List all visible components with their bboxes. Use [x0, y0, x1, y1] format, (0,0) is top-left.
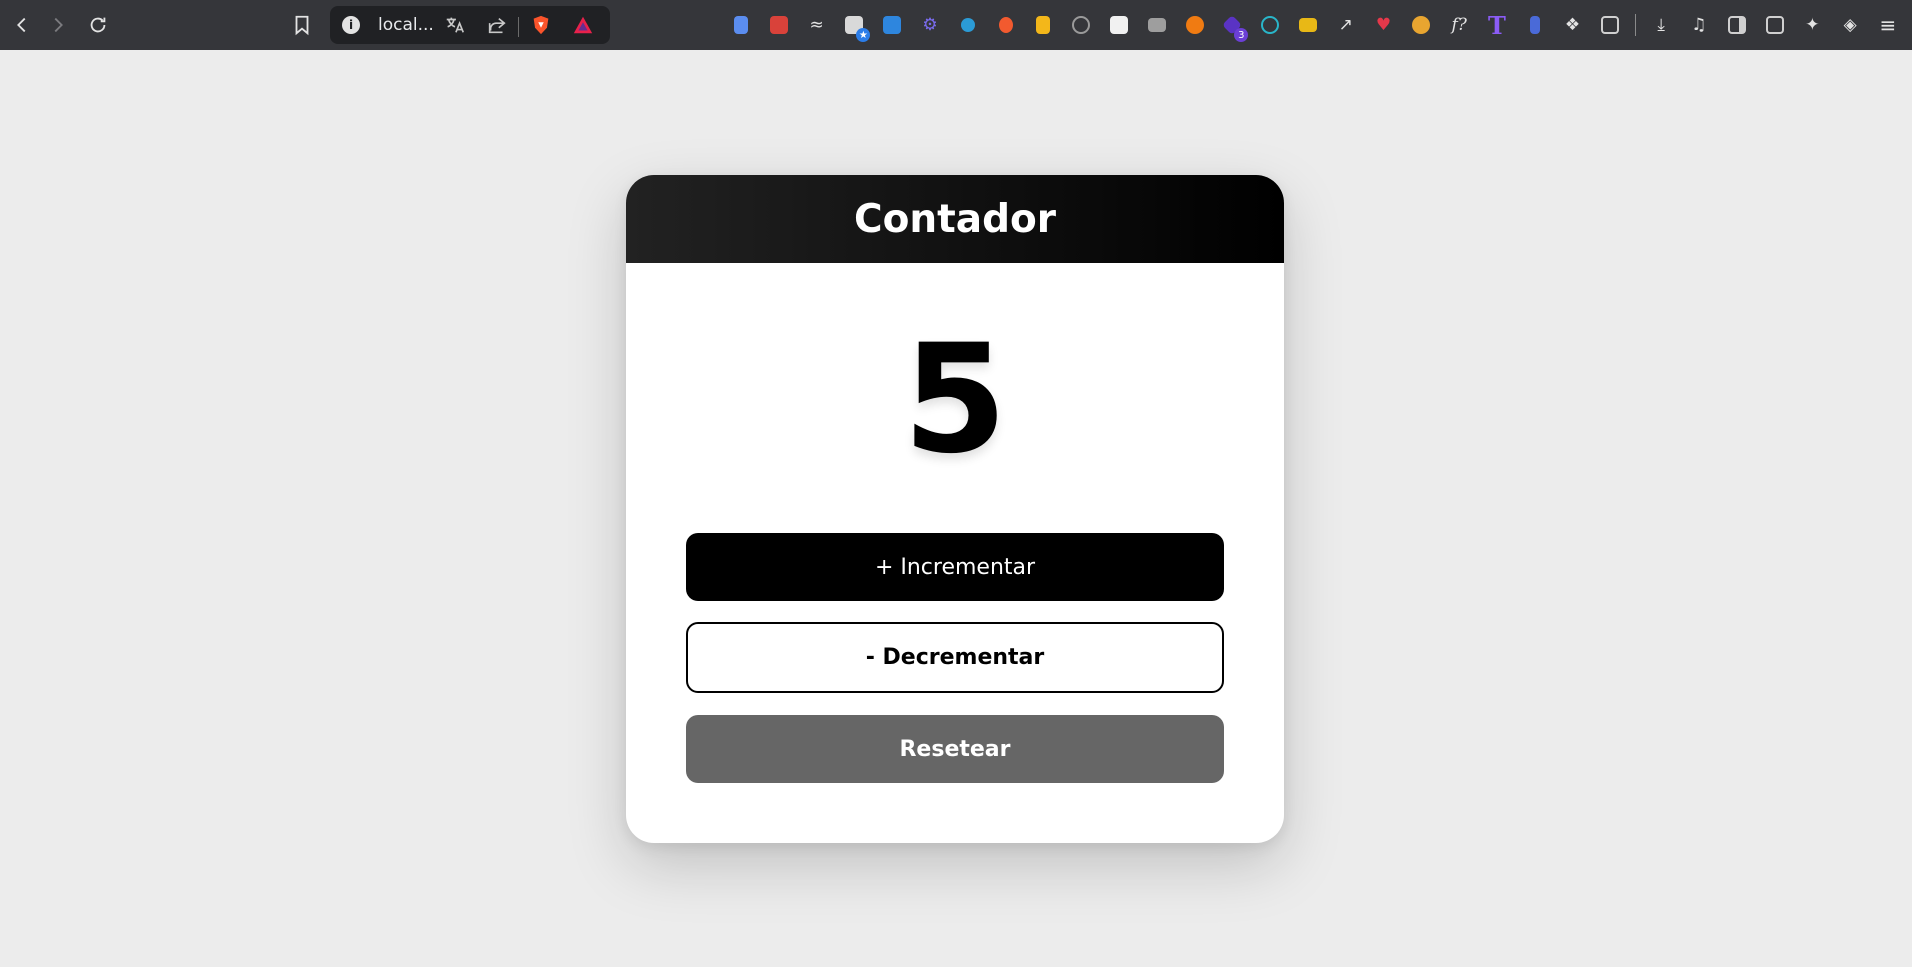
increment-button[interactable]: + Incrementar — [686, 533, 1224, 601]
site-info-icon[interactable]: i — [342, 16, 360, 34]
counter-card: Contador 5 + Incrementar - Decrementar R… — [626, 175, 1284, 843]
code-icon[interactable] — [766, 12, 792, 38]
bookmark-icon — [295, 15, 309, 36]
extension-badge-count: 3 — [1234, 28, 1249, 42]
bubble-icon[interactable] — [955, 12, 981, 38]
download-icon[interactable]: ⤓ — [1648, 12, 1674, 38]
forward-button[interactable] — [40, 7, 76, 43]
card-title: Contador — [853, 196, 1057, 242]
wallet-icon[interactable] — [1762, 12, 1788, 38]
fi-icon[interactable] — [879, 12, 905, 38]
folder-yellow-icon[interactable] — [1295, 12, 1321, 38]
text-t-icon[interactable]: T — [1484, 11, 1510, 40]
broken-heart-icon[interactable]: ♥ — [1371, 12, 1397, 38]
counter-value: 5 — [902, 313, 1008, 487]
card-header: Contador — [626, 175, 1284, 263]
url-text[interactable]: local... — [378, 15, 434, 35]
reset-button[interactable]: Resetear — [686, 715, 1224, 783]
orange-arrow-icon[interactable] — [1182, 12, 1208, 38]
address-bar[interactable]: i local... — [330, 6, 610, 44]
brave-rewards-icon[interactable] — [572, 14, 594, 36]
window-star-icon[interactable]: ★ — [841, 12, 871, 42]
lock-tag-icon[interactable] — [1522, 12, 1548, 38]
music-icon[interactable]: ♫ — [1686, 12, 1712, 38]
yellow-box-icon[interactable] — [1030, 12, 1056, 38]
browser-toolbar: i local... ≈ ★ ⚙ 3 ↗ ♥ f? T ❖ ⤓ ♫ ✦ ◈ ≡ — [0, 0, 1912, 50]
bookmark-button[interactable] — [284, 7, 320, 43]
back-arrow-icon — [17, 17, 26, 33]
vpn-shield-icon[interactable]: ◈ — [1837, 12, 1863, 38]
gear-dark-icon[interactable] — [1408, 12, 1434, 38]
eyedropper-icon[interactable]: ↗ — [1333, 12, 1359, 38]
toolbar-separator — [1635, 14, 1637, 36]
purple-gem-icon[interactable]: 3 — [1219, 12, 1249, 42]
react-icon[interactable] — [1257, 12, 1283, 38]
sidebar-icon[interactable] — [1724, 12, 1750, 38]
url-separator — [518, 17, 519, 37]
editor-icon[interactable] — [1106, 12, 1132, 38]
camera-icon[interactable] — [1144, 12, 1170, 38]
docs-icon[interactable] — [728, 12, 754, 38]
brave-shields-icon[interactable] — [530, 14, 552, 36]
reload-icon — [90, 17, 106, 33]
forward-arrow-icon — [54, 17, 63, 33]
gear-ext-icon[interactable]: ⚙ — [917, 12, 943, 38]
menu-icon[interactable]: ≡ — [1875, 12, 1901, 38]
translate-icon[interactable] — [444, 14, 466, 36]
puzzle-icon[interactable]: ❖ — [1560, 12, 1586, 38]
fire-icon[interactable] — [993, 12, 1019, 38]
reload-button[interactable] — [80, 7, 116, 43]
compass-icon[interactable] — [1068, 12, 1094, 38]
translate-tool-icon[interactable]: ≈ — [804, 12, 830, 38]
share-icon[interactable] — [486, 14, 508, 36]
leo-ai-icon[interactable]: ✦ — [1799, 12, 1825, 38]
font-question-icon[interactable]: f? — [1446, 12, 1472, 38]
back-button[interactable] — [4, 7, 40, 43]
extensions-bar: ≈ ★ ⚙ 3 ↗ ♥ f? T ❖ ⤓ ♫ ✦ ◈ ≡ — [728, 0, 1912, 50]
screen-search-icon[interactable] — [1597, 12, 1623, 38]
decrement-button[interactable]: - Decrementar — [686, 622, 1224, 693]
